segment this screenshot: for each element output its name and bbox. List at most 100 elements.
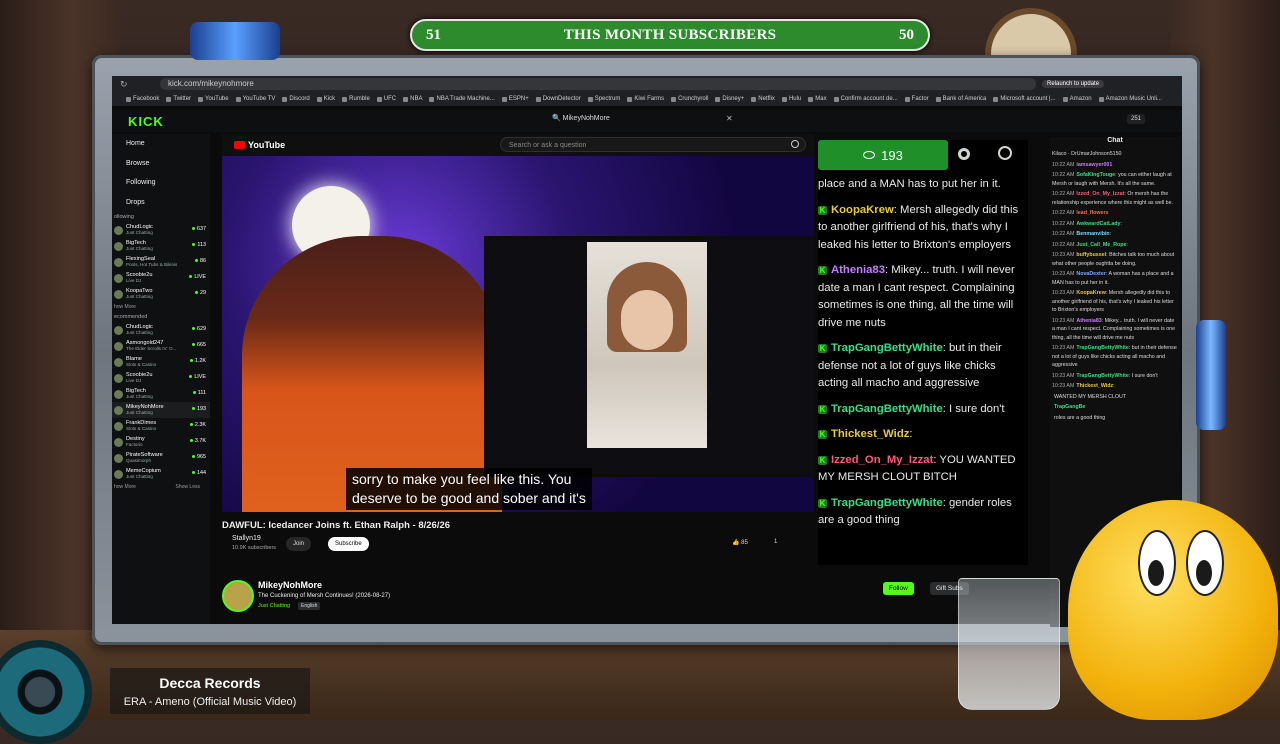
show-more-link[interactable]: how More: [114, 482, 136, 492]
bookmark-item[interactable]: YouTube: [198, 96, 229, 102]
gear-icon[interactable]: [958, 148, 970, 160]
show-more-link[interactable]: how More: [112, 302, 210, 312]
sidebar-channel-item[interactable]: MemeCopium Just Chatting 144: [112, 466, 210, 482]
chat-username[interactable]: TrapGangBe: [1054, 404, 1086, 410]
show-less-link[interactable]: Show Less: [176, 482, 200, 492]
sidebar-channel-item[interactable]: Scoobie2u Live DJ LIVE: [112, 370, 210, 386]
relaunch-button[interactable]: Relaunch to update: [1042, 80, 1105, 88]
chat-username[interactable]: KoopaKrew: [1076, 290, 1105, 296]
sidebar-channel-item[interactable]: Asmongold247 The Elder Scrolls IV: O... 66…: [112, 338, 210, 354]
chat-overlay: 193 place and a MAN has to put her in it…: [818, 140, 1028, 565]
stream-category[interactable]: Just Chatting: [258, 603, 290, 609]
bookmark-item[interactable]: Hulu: [781, 96, 801, 102]
chat-username[interactable]: TrapGangBettyWhite: [1076, 345, 1128, 351]
sidebar-channel-item[interactable]: BigTech Just Chatting 113: [112, 238, 210, 254]
bookmark-item[interactable]: Max: [808, 96, 827, 102]
sidebar-channel-item[interactable]: FrankDimes Slots & Casino 2.3K: [112, 418, 210, 434]
bookmark-label: Rumble: [349, 96, 370, 102]
chat-username[interactable]: TrapGangBettyWhite: [1076, 373, 1128, 379]
chat-username[interactable]: SofaKingTouge: [1076, 172, 1115, 178]
kick-logo[interactable]: KICK: [128, 114, 164, 129]
sidebar-item-browse[interactable]: Browse: [112, 154, 210, 174]
chat-username[interactable]: KoopaKrew: [831, 204, 894, 216]
chat-username[interactable]: Benmanvibin: [1076, 231, 1109, 237]
channel-category: Quasimorph: [126, 458, 152, 463]
like-button[interactable]: 👍 85: [732, 539, 748, 546]
bookmark-item[interactable]: Amazon: [1062, 96, 1092, 102]
bookmark-item[interactable]: YouTube TV: [235, 96, 275, 102]
chat-username[interactable]: Athenia83: [831, 264, 885, 276]
sidebar-item-drops[interactable]: Drops: [112, 193, 210, 213]
chat-username[interactable]: iamsawyer001: [1076, 162, 1112, 168]
sidebar-channel-item[interactable]: ChudLogic Just Chatting 629: [112, 322, 210, 338]
follow-button[interactable]: Follow: [883, 582, 914, 595]
sidebar-channel-item[interactable]: Scoobie2u Live DJ LIVE: [112, 270, 210, 286]
bookmark-item[interactable]: Kiwi Farms: [627, 96, 664, 102]
sidebar-item-home[interactable]: Home: [112, 134, 210, 154]
sidebar-channel-item[interactable]: MikeyNohMore Just Chatting 193: [112, 402, 210, 418]
bookmark-item[interactable]: Disney+: [715, 96, 744, 102]
chat-username[interactable]: Izzed_On_My_Izzat: [831, 454, 933, 466]
bookmark-item[interactable]: Microsoft account |...: [993, 96, 1056, 102]
streamer-name[interactable]: MikeyNohMore: [258, 580, 322, 590]
bookmark-item[interactable]: Kick: [316, 96, 335, 102]
channel-category: Just Chatting: [126, 294, 153, 299]
chat-username[interactable]: buffybussel: [1076, 252, 1106, 258]
bookmark-item[interactable]: Discord: [282, 96, 310, 102]
bookmark-item[interactable]: Twitter: [166, 96, 191, 102]
chat-username[interactable]: Thickest_Widz: [831, 428, 909, 440]
avatar: [114, 289, 123, 299]
youtube-search-input[interactable]: Search or ask a question: [500, 137, 806, 152]
chat-username[interactable]: Athenia83: [1076, 318, 1101, 324]
join-button[interactable]: Join: [286, 537, 312, 551]
bookmark-item[interactable]: UFC: [376, 96, 396, 102]
reload-icon[interactable]: ↻: [120, 79, 160, 90]
bookmark-item[interactable]: Rumble: [342, 96, 370, 102]
sidebar-channel-item[interactable]: ChudLogic Just Chatting 637: [112, 222, 210, 238]
chat-message: 10:23 AM TrapGangBettyWhite: I sure don't: [1050, 371, 1180, 382]
address-bar[interactable]: kick.com/mikeynohmore: [160, 78, 1036, 90]
sidebar-channel-item[interactable]: KoopaTwo Just Chatting 29: [112, 286, 210, 302]
chat-username[interactable]: TrapGangBettyWhite: [831, 497, 943, 509]
bookmark-item[interactable]: Confirm account de...: [833, 96, 898, 102]
sidebar-item-following[interactable]: Following: [112, 173, 210, 193]
bookmark-item[interactable]: ESPN+: [501, 96, 529, 102]
kick-search-field[interactable]: 🔍 MikeyNohMore: [552, 114, 610, 122]
sidebar-channel-item[interactable]: FlexingSeal Pools, Hot Tubs & Bikinis 86: [112, 254, 210, 270]
chat-username[interactable]: TrapGangBettyWhite: [831, 342, 943, 354]
close-icon[interactable]: ✕: [726, 114, 733, 123]
chat-username[interactable]: TrapGangBettyWhite: [831, 403, 943, 415]
channel-name[interactable]: Stallyn19: [232, 535, 261, 542]
chat-username[interactable]: NovaDexter: [1076, 271, 1105, 277]
video-frame[interactable]: sorry to make you feel like this. You de…: [222, 156, 814, 512]
bookmark-item[interactable]: Crunchyroll: [671, 96, 708, 102]
youtube-logo[interactable]: YouTube: [234, 140, 285, 150]
bookmark-item[interactable]: NBA: [403, 96, 422, 102]
sidebar-channel-item[interactable]: PirateSoftware Quasimorph 965: [112, 450, 210, 466]
bookmark-item[interactable]: NBA Trade Machine...: [429, 96, 495, 102]
sidebar-channel-item[interactable]: BigTech Just Chatting 111: [112, 386, 210, 402]
chat-username[interactable]: lead_flowers: [1076, 210, 1108, 216]
bookmark-item[interactable]: Netflix: [751, 96, 775, 102]
bookmark-item[interactable]: Factor: [904, 96, 929, 102]
top-user-1[interactable]: Kilaco: [1052, 151, 1066, 157]
chat-username[interactable]: Izzed_On_My_Izzat: [1076, 191, 1124, 197]
target-icon[interactable]: [998, 146, 1012, 160]
bookmark-item[interactable]: Facebook: [126, 96, 159, 102]
avatar: [114, 341, 123, 351]
bookmark-favicon-icon: [751, 96, 757, 102]
sidebar-channel-item[interactable]: Destiny Factorio 3.7K: [112, 434, 210, 450]
subscribe-button[interactable]: Subscribe: [328, 537, 369, 551]
bookmark-item[interactable]: DownDetector: [535, 96, 581, 102]
sidebar-channel-item[interactable]: Blame Slots & Casino 1.2K: [112, 354, 210, 370]
top-user-2[interactable]: DrUmarJohnson5150: [1071, 151, 1121, 157]
chat-username[interactable]: Thickest_Widz: [1076, 383, 1113, 389]
chat-username[interactable]: AwkwardCatLady: [1076, 221, 1120, 227]
bookmark-item[interactable]: Bank of America: [935, 96, 986, 102]
search-icon[interactable]: [791, 140, 799, 148]
bookmark-item[interactable]: Amazon Music Unli...: [1098, 96, 1162, 102]
streamer-avatar[interactable]: [222, 580, 254, 612]
bookmark-item[interactable]: Spectrum: [587, 96, 620, 102]
bookmark-label: Amazon Music Unli...: [1105, 96, 1162, 102]
chat-username[interactable]: Just_Call_Me_Rope: [1076, 242, 1126, 248]
